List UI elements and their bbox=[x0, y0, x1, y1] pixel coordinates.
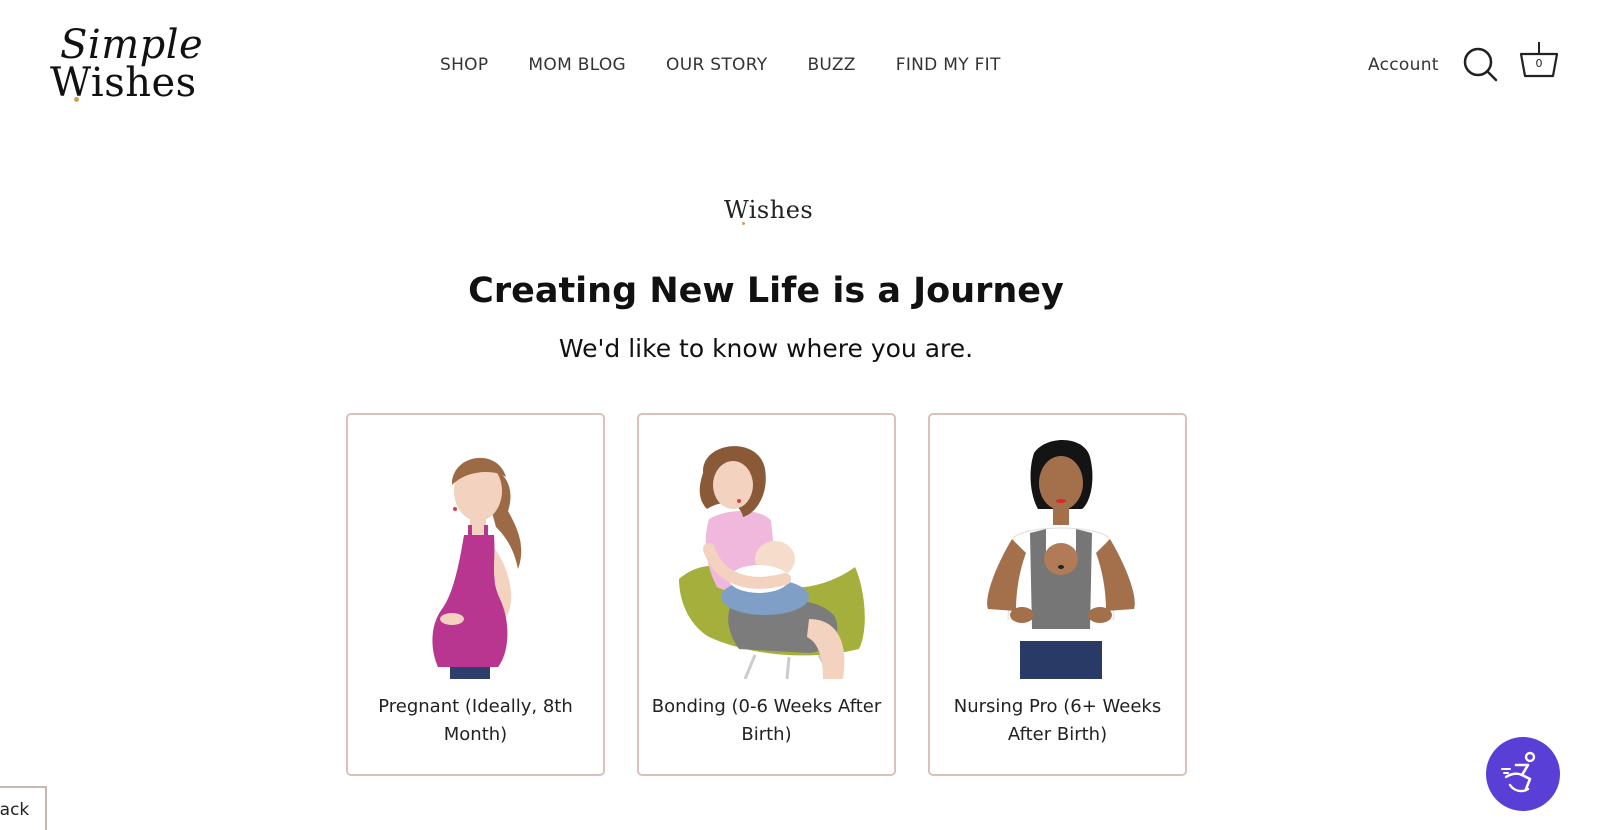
mini-logo-text: Wishes bbox=[724, 196, 814, 224]
back-label: Back bbox=[0, 800, 30, 820]
option-label-nursing-pro: Nursing Pro (6+ Weeks After Birth) bbox=[953, 696, 1162, 745]
nursing-mother-in-chair-illustration bbox=[679, 446, 865, 679]
option-label-pregnant: Pregnant (Ideally, 8th Month) bbox=[378, 696, 573, 745]
back-tab[interactable]: Back bbox=[0, 786, 47, 830]
option-card-nursing-pro[interactable]: Nursing Pro (6+ Weeks After Birth) bbox=[928, 413, 1187, 776]
nav-item-find-my-fit[interactable]: FIND MY FIT bbox=[896, 50, 1001, 80]
mother-with-baby-carrier-illustration bbox=[987, 439, 1135, 679]
accessibility-icon bbox=[1501, 751, 1536, 793]
nav-item-mom-blog[interactable]: MOM BLOG bbox=[528, 50, 626, 80]
search-icon[interactable] bbox=[1462, 46, 1498, 82]
page-title: Creating New Life is a Journey bbox=[468, 271, 1064, 311]
accessibility-button[interactable] bbox=[1486, 737, 1560, 811]
brand-logo[interactable]: Simple Wishes bbox=[50, 22, 203, 106]
nav-item-our-story[interactable]: OUR STORY bbox=[666, 50, 767, 80]
option-label-bonding: Bonding (0-6 Weeks After Birth) bbox=[651, 696, 882, 745]
mini-logo-dot bbox=[742, 222, 745, 225]
cart-count-badge: 0 bbox=[1535, 57, 1543, 70]
pregnant-woman-illustration bbox=[432, 457, 522, 679]
logo-accent-dot bbox=[74, 97, 79, 102]
option-card-bonding[interactable]: Bonding (0-6 Weeks After Birth) bbox=[637, 413, 896, 776]
mini-brand-logo: Wishes bbox=[724, 192, 813, 232]
main-nav: SHOP MOM BLOG OUR STORY BUZZ FIND MY FIT bbox=[440, 50, 1001, 80]
site-header: Simple Wishes SHOP MOM BLOG OUR STORY BU… bbox=[0, 0, 1600, 120]
nav-item-buzz[interactable]: BUZZ bbox=[807, 50, 855, 80]
page-subtitle: We'd like to know where you are. bbox=[558, 334, 974, 363]
option-card-pregnant[interactable]: Pregnant (Ideally, 8th Month) bbox=[346, 413, 605, 776]
nav-item-shop[interactable]: SHOP bbox=[440, 50, 488, 80]
logo-line-2: Wishes bbox=[50, 60, 197, 106]
account-link[interactable]: Account bbox=[1368, 50, 1439, 80]
